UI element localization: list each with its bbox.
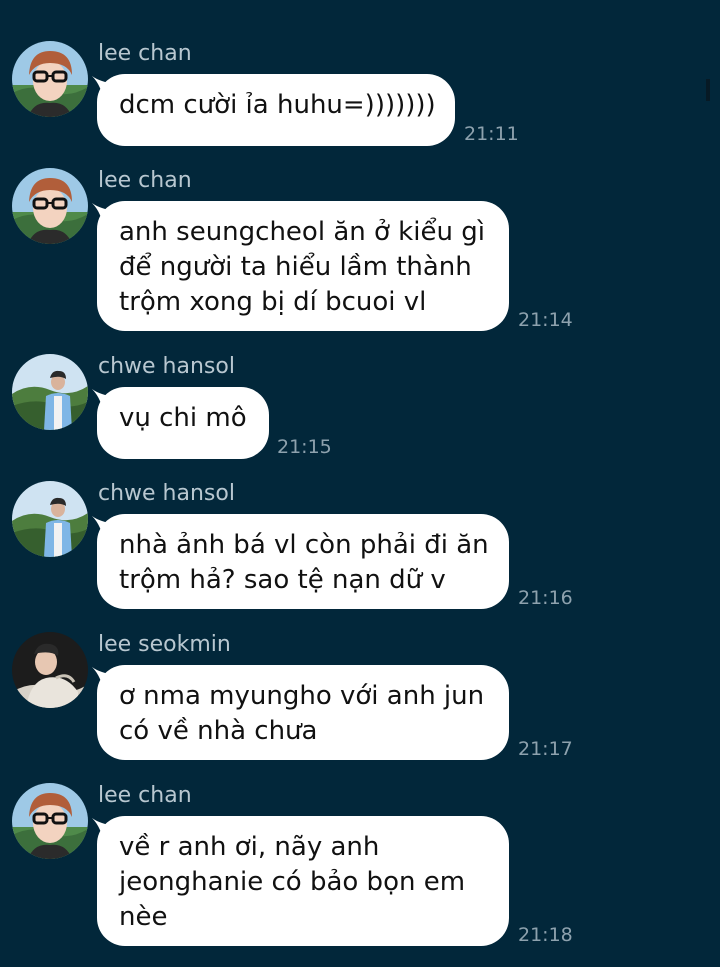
lee-chan-avatar-icon[interactable] <box>12 41 88 117</box>
message-text-line: để người ta hiểu lầm thành <box>119 252 472 282</box>
message-text-line: dcm cười ỉa huhu=))))))) <box>119 90 436 120</box>
message-timestamp: 21:11 <box>464 123 519 145</box>
message-bubble[interactable]: nhà ảnh bá vl còn phải đi ăn trộm hả? sa… <box>97 514 509 609</box>
scrollbar[interactable] <box>706 79 710 101</box>
message-timestamp: 21:14 <box>518 309 573 331</box>
message-timestamp: 21:16 <box>518 587 573 609</box>
message-text-line: về r anh ơi, nãy anh <box>119 832 380 862</box>
lee-chan-avatar-icon[interactable] <box>12 783 88 859</box>
sender-name: chwe hansol <box>98 354 235 379</box>
message-text-line: vụ chi mô <box>119 403 247 433</box>
message-bubble[interactable]: vụ chi mô <box>97 387 269 459</box>
message-text-line: có về nhà chưa <box>119 716 318 746</box>
message-text-line: ơ nma myungho với anh jun <box>119 681 485 711</box>
sender-name: lee chan <box>98 41 192 66</box>
message-bubble[interactable]: anh seungcheol ăn ở kiểu gì để người ta … <box>97 201 509 331</box>
message-timestamp: 21:15 <box>277 436 332 458</box>
message-text-line: trộm xong bị dí bcuoi vl <box>119 287 427 317</box>
message-bubble[interactable]: về r anh ơi, nãy anh jeonghanie có bảo b… <box>97 816 509 946</box>
sender-name: lee chan <box>98 168 192 193</box>
sender-name: chwe hansol <box>98 481 235 506</box>
message-bubble[interactable]: ơ nma myungho với anh jun có về nhà chưa <box>97 665 509 760</box>
message-text-line: anh seungcheol ăn ở kiểu gì <box>119 217 485 247</box>
chwe-hansol-avatar-icon[interactable] <box>12 481 88 557</box>
message-timestamp: 21:18 <box>518 924 573 946</box>
chwe-hansol-avatar-icon[interactable] <box>12 354 88 430</box>
message-text-line: jeonghanie có bảo bọn em <box>119 867 466 897</box>
lee-chan-avatar-icon[interactable] <box>12 168 88 244</box>
lee-seokmin-avatar-icon[interactable] <box>12 632 88 708</box>
message-bubble[interactable]: dcm cười ỉa huhu=))))))) <box>97 74 455 146</box>
chat-thread: lee chan dcm cười ỉa huhu=))))))) 21:11 … <box>0 0 720 967</box>
message-text-line: nhà ảnh bá vl còn phải đi ăn <box>119 530 489 560</box>
message-text-line: nèe <box>119 902 168 932</box>
message-timestamp: 21:17 <box>518 738 573 760</box>
sender-name: lee seokmin <box>98 632 231 657</box>
message-text-line: trộm hả? sao tệ nạn dữ v <box>119 565 446 595</box>
sender-name: lee chan <box>98 783 192 808</box>
